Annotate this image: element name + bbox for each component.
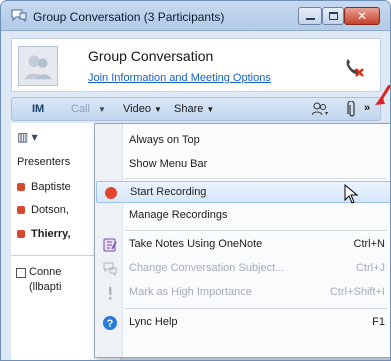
- menu-item-shortcut: Ctrl+N: [353, 238, 385, 250]
- share-button[interactable]: Share ▼: [174, 103, 214, 115]
- participant-name: Thierry,: [31, 228, 71, 240]
- red-arrow-annotation-icon: [375, 85, 390, 105]
- close-button[interactable]: ✕: [344, 7, 380, 25]
- menu-item-shortcut: Ctrl+J: [355, 262, 385, 274]
- presence-busy-icon: [17, 230, 25, 239]
- presence-busy-icon: [17, 183, 25, 192]
- more-options-button[interactable]: »: [364, 102, 370, 114]
- presenters-heading: Presenters: [17, 156, 71, 168]
- menu-item-label: Take Notes Using OneNote: [129, 238, 263, 250]
- conversation-window: Group Conversation (3 Participants) ✕ Gr…: [0, 0, 391, 361]
- join-info-link[interactable]: Join Information and Meeting Options: [88, 72, 271, 84]
- menu-item-show-menu-bar[interactable]: Show Menu Bar: [96, 154, 390, 176]
- video-dropdown-icon: ▼: [154, 105, 162, 114]
- participant-name: Baptiste: [31, 181, 71, 193]
- share-dropdown-icon: ▼: [206, 105, 215, 114]
- attachment-icon[interactable]: [347, 101, 357, 118]
- maximize-icon: [329, 12, 338, 20]
- menu-item-label: Show Menu Bar: [129, 158, 208, 170]
- maximize-button[interactable]: [322, 7, 344, 25]
- conversation-icon: [11, 9, 27, 22]
- menu-item-label: Always on Top: [129, 134, 200, 146]
- menu-item-shortcut: Ctrl+Shift+I: [329, 286, 385, 298]
- menu-item-shortcut: F1: [372, 316, 385, 328]
- svg-text:?: ?: [107, 318, 114, 330]
- participant-item[interactable]: Baptiste: [17, 181, 71, 193]
- connection-text: Conne: [29, 266, 62, 278]
- conversation-header: Group Conversation Join Information and …: [11, 38, 381, 92]
- minimize-button[interactable]: [298, 7, 322, 25]
- exclamation-icon: [109, 287, 112, 300]
- mouse-cursor-icon: [344, 184, 358, 204]
- presence-busy-icon: [17, 206, 25, 215]
- more-options-menu: Always on Top Show Menu Bar Start Record…: [94, 123, 390, 358]
- menu-item-manage-recordings[interactable]: Manage Recordings: [96, 205, 390, 227]
- connection-user: (llbapti: [29, 281, 62, 293]
- video-button[interactable]: Video ▼: [123, 103, 162, 115]
- menu-separator: [125, 178, 387, 179]
- svg-text:▾: ▾: [325, 111, 328, 116]
- connection-icon: [16, 268, 26, 278]
- menu-item-label: Mark as High Importance: [129, 286, 252, 298]
- hang-up-icon[interactable]: [343, 56, 365, 78]
- onenote-icon: [103, 238, 117, 252]
- call-button[interactable]: Call: [71, 103, 90, 115]
- share-label: Share: [174, 103, 204, 115]
- conversation-title: Group Conversation: [88, 48, 214, 64]
- group-avatar: [18, 46, 58, 86]
- title-bar[interactable]: Group Conversation (3 Participants) ✕: [1, 1, 390, 31]
- help-icon: ?: [103, 316, 117, 330]
- roster-view-icon[interactable]: ▥ ▾: [17, 130, 47, 146]
- menu-item-label: Manage Recordings: [129, 209, 228, 221]
- participant-item[interactable]: Dotson,: [17, 204, 69, 216]
- menu-item-label: Start Recording: [130, 186, 207, 198]
- window-title: Group Conversation (3 Participants): [33, 10, 225, 24]
- video-label: Video: [123, 103, 151, 115]
- change-subject-icon: [103, 262, 117, 277]
- menu-item-label: Lync Help: [129, 316, 178, 328]
- menu-item-take-notes[interactable]: Take Notes Using OneNote Ctrl+N: [96, 234, 390, 256]
- im-button[interactable]: IM: [32, 103, 44, 115]
- participant-item[interactable]: Thierry,: [17, 228, 71, 240]
- people-options-icon[interactable]: ▾: [312, 102, 328, 116]
- participant-name: Dotson,: [31, 204, 69, 216]
- call-dropdown-icon[interactable]: ▼: [98, 105, 106, 114]
- close-icon: ✕: [356, 9, 368, 23]
- minimize-icon: [306, 18, 315, 20]
- menu-item-label: Change Conversation Subject...: [129, 262, 285, 274]
- menu-separator: [125, 230, 387, 231]
- menu-item-lync-help[interactable]: ? Lync Help F1: [96, 312, 390, 334]
- menu-item-change-subject[interactable]: Change Conversation Subject... Ctrl+J: [96, 258, 390, 280]
- record-icon: [105, 187, 117, 199]
- menu-item-high-importance[interactable]: Mark as High Importance Ctrl+Shift+I: [96, 282, 390, 304]
- conversation-toolbar: IM Call ▼ Video ▼ Share ▼ ▾ »: [11, 97, 381, 121]
- menu-separator: [125, 308, 387, 309]
- menu-item-always-on-top[interactable]: Always on Top: [96, 130, 390, 152]
